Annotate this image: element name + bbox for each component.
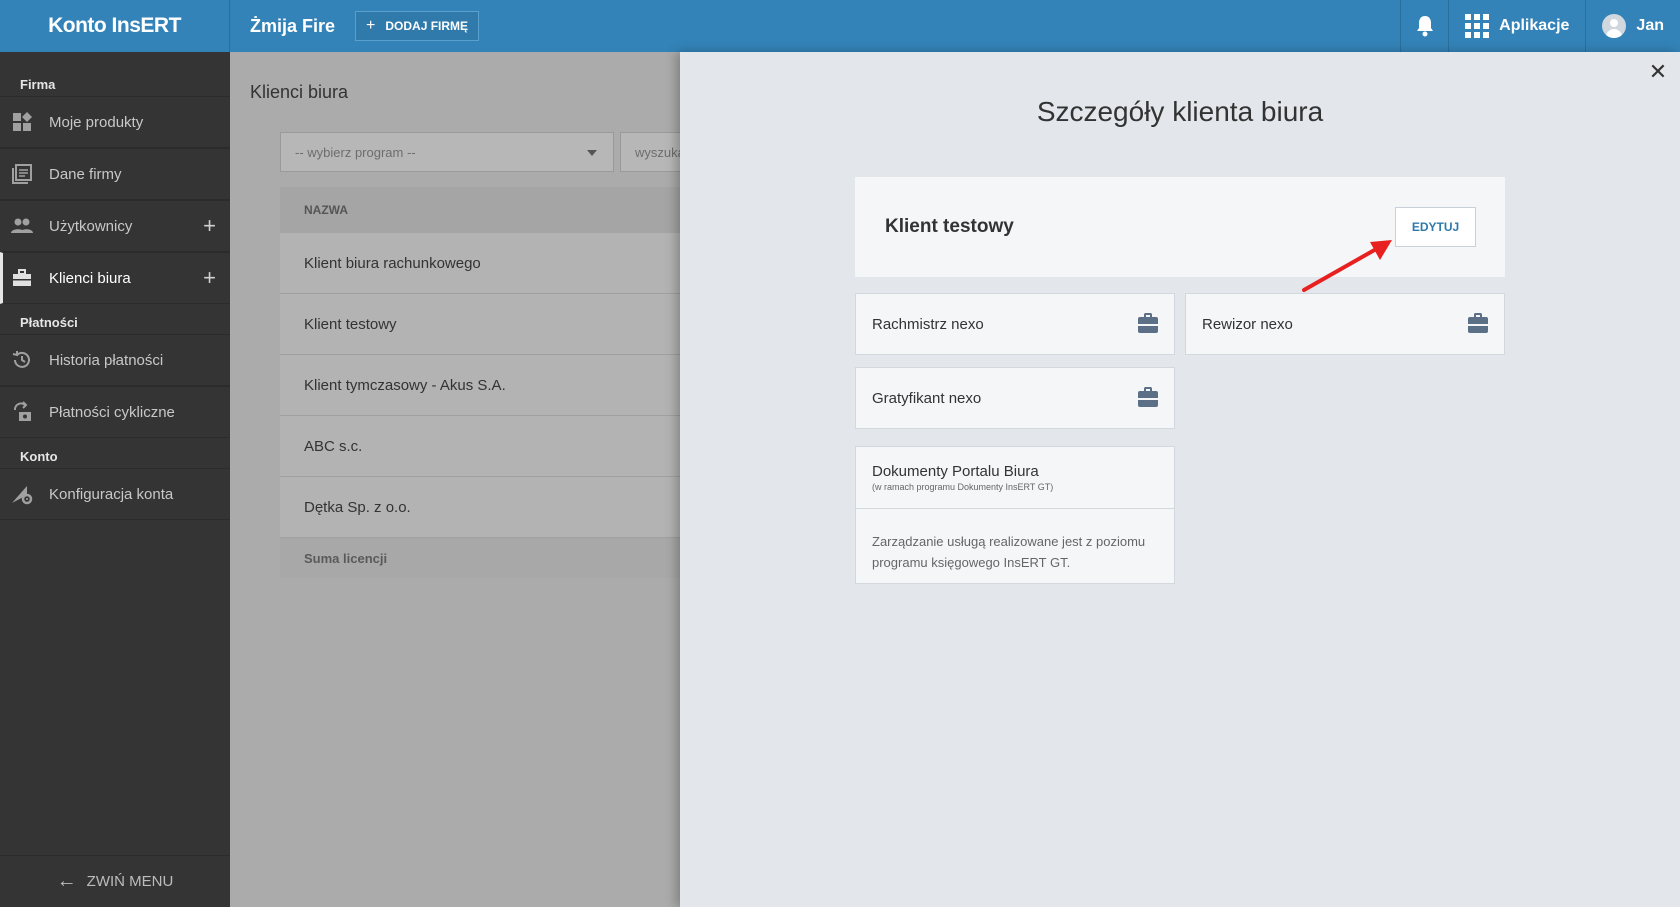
top-bar: Konto InsERT Żmija Fire + DODAJ FIRMĘ Ap… xyxy=(0,0,1680,52)
chevron-down-icon xyxy=(587,150,597,156)
product-card-rachmistrz[interactable]: Rachmistrz nexo xyxy=(855,293,1175,355)
sidebar-item-label: Użytkownicy xyxy=(49,217,133,235)
table-row[interactable]: ABC s.c. xyxy=(280,416,680,477)
sidebar-item-uzytkownicy[interactable]: Użytkownicy + xyxy=(0,200,230,252)
documents-portal-subtitle: (w ramach programu Dokumenty InsERT GT) xyxy=(872,482,1054,492)
sidebar-section-konto: Konto xyxy=(20,449,58,464)
product-name: Rewizor nexo xyxy=(1202,315,1293,333)
briefcase-icon xyxy=(10,266,34,290)
table-row[interactable]: Klient tymczasowy - Akus S.A. xyxy=(280,355,680,416)
sidebar-item-platnosci-cykliczne[interactable]: Płatności cykliczne xyxy=(0,386,230,438)
widgets-icon xyxy=(10,110,34,134)
briefcase-icon xyxy=(1468,313,1488,333)
annotation-arrow-icon xyxy=(1302,240,1392,292)
avatar xyxy=(1602,14,1627,38)
user-name: Jan xyxy=(1636,17,1664,34)
sidebar-section-platnosci: Płatności xyxy=(20,315,78,330)
table-row[interactable]: Klient testowy xyxy=(280,294,680,355)
sidebar-section-firma: Firma xyxy=(20,77,56,92)
clients-table: NAZWA Klient biura rachunkowego Klient t… xyxy=(280,187,680,578)
history-icon xyxy=(10,348,34,372)
client-name: Klient testowy xyxy=(885,216,1014,237)
product-name: Gratyfikant nexo xyxy=(872,389,982,407)
documents-portal-card: Dokumenty Portalu Biura (w ramach progra… xyxy=(855,446,1175,584)
product-name: Rachmistrz nexo xyxy=(872,315,984,333)
table-row[interactable]: Dętka Sp. z o.o. xyxy=(280,477,680,538)
brand-logo[interactable]: Konto InsERT xyxy=(0,0,230,52)
table-footer: Suma licencji xyxy=(280,538,680,578)
sidebar-item-label: Moje produkty xyxy=(49,113,144,131)
sidebar-item-dane-firmy[interactable]: Dane firmy xyxy=(0,148,230,200)
settings-icon xyxy=(10,482,34,506)
apps-menu[interactable]: Aplikacje xyxy=(1448,0,1585,52)
program-select-placeholder: -- wybierz program -- xyxy=(295,144,416,160)
arrow-left-icon: ← xyxy=(56,870,77,892)
user-menu[interactable]: Jan xyxy=(1585,0,1680,52)
add-client-plus-icon[interactable]: + xyxy=(203,265,216,291)
program-select[interactable]: -- wybierz program -- xyxy=(280,132,614,172)
sidebar-item-label: Konfiguracja konta xyxy=(49,485,174,503)
apps-grid-icon xyxy=(1465,14,1490,38)
product-card-rewizor[interactable]: Rewizor nexo xyxy=(1185,293,1505,355)
recurring-icon xyxy=(10,400,34,424)
briefcase-icon xyxy=(1138,387,1158,407)
panel-title: Szczegóły klienta biura xyxy=(1036,96,1324,127)
sidebar-item-label: Historia płatności xyxy=(49,351,164,369)
add-company-button[interactable]: + DODAJ FIRMĘ xyxy=(355,11,480,41)
close-icon[interactable]: ✕ xyxy=(1646,59,1670,84)
users-icon xyxy=(10,214,34,238)
table-row[interactable]: Klient biura rachunkowego xyxy=(280,233,680,294)
client-details-panel: ✕ Szczegóły klienta biura Klient testowy… xyxy=(680,52,1680,907)
edit-button[interactable]: EDYTUJ xyxy=(1395,207,1476,247)
bell-icon xyxy=(1416,16,1433,37)
add-user-plus-icon[interactable]: + xyxy=(203,213,216,239)
page-title: Klienci biura xyxy=(250,82,349,102)
company-name[interactable]: Żmija Fire xyxy=(250,16,335,37)
collapse-menu-button[interactable]: ← ZWIŃ MENU xyxy=(0,855,230,907)
notifications-button[interactable] xyxy=(1400,0,1448,52)
briefcase-icon xyxy=(1138,313,1158,333)
sidebar-item-label: Dane firmy xyxy=(49,165,122,183)
documents-portal-title: Dokumenty Portalu Biura xyxy=(872,463,1039,480)
sidebar-item-historia-platnosci[interactable]: Historia płatności xyxy=(0,334,230,386)
sidebar-item-moje-produkty[interactable]: Moje produkty xyxy=(0,96,230,148)
document-icon xyxy=(10,162,34,186)
sidebar-item-konfiguracja-konta[interactable]: Konfiguracja konta xyxy=(0,468,230,520)
sidebar-item-label: Płatności cykliczne xyxy=(49,403,175,421)
column-header-nazwa[interactable]: NAZWA xyxy=(280,187,680,233)
sidebar: Firma Moje produkty Dane firmy Użytkowni… xyxy=(0,52,230,907)
product-card-gratyfikant[interactable]: Gratyfikant nexo xyxy=(855,367,1175,429)
sidebar-item-label: Klienci biura xyxy=(49,269,131,287)
client-card: Klient testowy EDYTUJ xyxy=(855,177,1505,277)
collapse-menu-label: ZWIŃ MENU xyxy=(86,873,174,890)
sidebar-item-klienci-biura[interactable]: Klienci biura + xyxy=(0,252,230,304)
search-placeholder: wyszuka xyxy=(635,144,685,160)
add-company-label: DODAJ FIRMĘ xyxy=(385,19,469,33)
background-page: Klienci biura -- wybierz program -- wysz… xyxy=(230,52,700,907)
documents-portal-header: Dokumenty Portalu Biura (w ramach progra… xyxy=(856,447,1174,509)
documents-portal-description: Zarządzanie usługą realizowane jest z po… xyxy=(872,534,1146,570)
plus-icon: + xyxy=(366,17,376,34)
apps-label: Aplikacje xyxy=(1499,17,1570,34)
